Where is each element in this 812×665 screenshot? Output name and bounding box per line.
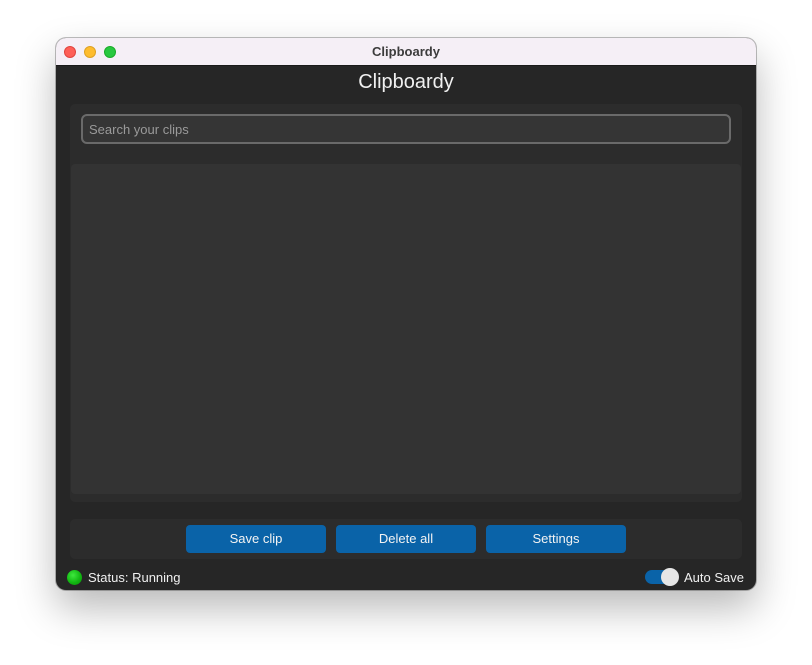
auto-save-toggle[interactable] — [645, 568, 679, 586]
status-indicator-icon — [67, 570, 82, 585]
clips-panel — [70, 104, 742, 502]
status-text: Status: Running — [88, 570, 181, 585]
auto-save-label: Auto Save — [684, 570, 744, 585]
search-input[interactable] — [81, 114, 731, 144]
app-title: Clipboardy — [358, 71, 454, 93]
save-clip-button[interactable]: Save clip — [186, 525, 326, 553]
toggle-knob — [661, 568, 679, 586]
app-window: Clipboardy Clipboardy Save clip Delete a… — [56, 38, 756, 590]
delete-all-button[interactable]: Delete all — [336, 525, 476, 553]
title-bar[interactable]: Clipboardy — [56, 38, 756, 66]
window-title: Clipboardy — [372, 44, 440, 59]
settings-button[interactable]: Settings — [486, 525, 626, 553]
clip-list[interactable] — [71, 164, 741, 494]
button-bar: Save clip Delete all Settings — [70, 519, 742, 559]
